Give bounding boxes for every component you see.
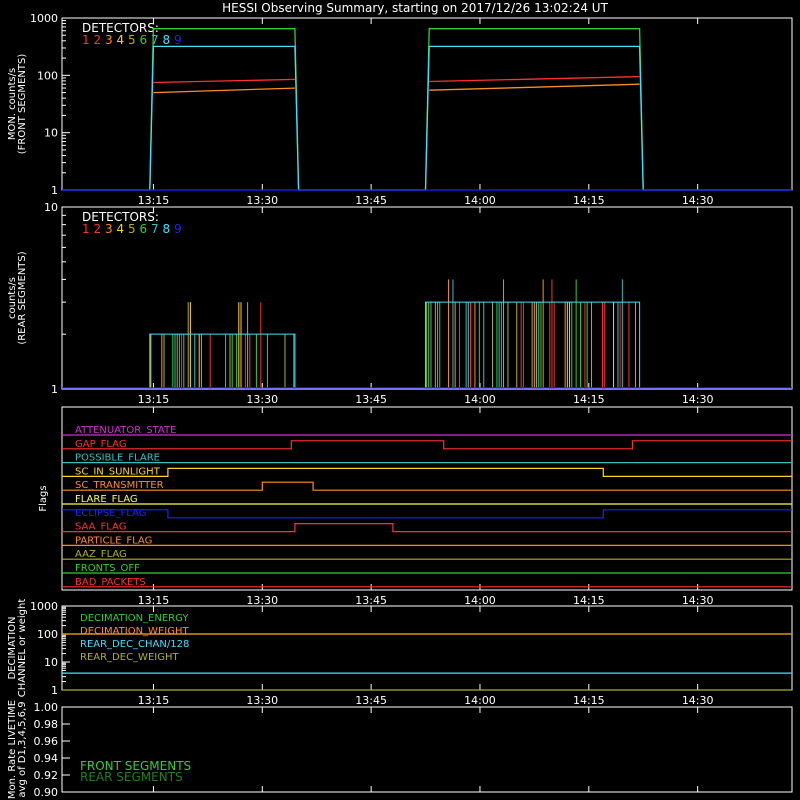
detector-label-9: 9 — [174, 33, 182, 47]
detector-label-1: 1 — [82, 33, 90, 47]
detector-label-8: 8 — [163, 222, 171, 236]
time-tick-label: 13:15 — [138, 194, 170, 207]
decimation-legend-3: REAR_DEC_WEIGHT — [80, 652, 179, 663]
y-tick-label: 0.94 — [34, 752, 59, 765]
detector-label-2: 2 — [94, 222, 102, 236]
decimation-legend-0: DECIMATION_ENERGY — [80, 613, 189, 624]
flag-label-gap-flag: GAP_FLAG — [75, 439, 127, 450]
flags-ylabel: Flags — [38, 485, 49, 511]
y-tick-label: 1000 — [30, 12, 58, 25]
detector-label-3: 3 — [105, 33, 113, 47]
detector-label-1: 1 — [82, 222, 90, 236]
y-tick-label: 10 — [44, 656, 58, 669]
time-tick-label: 14:30 — [682, 393, 714, 406]
flag-label-saa-flag: SAA_FLAG — [75, 522, 126, 533]
flags-ylabel-text: Flags — [38, 485, 49, 511]
y-tick-label: 10 — [44, 201, 58, 214]
flag-label-possible-flare: POSSIBLE_FLARE — [75, 453, 160, 464]
time-tick-label: 13:45 — [355, 194, 387, 207]
flag-label-bad-packets: BAD_PACKETS — [75, 577, 146, 588]
y-tick-label: 100 — [37, 69, 58, 82]
time-tick-label: 13:30 — [246, 393, 278, 406]
detector-label-4: 4 — [117, 33, 125, 47]
detector-label-6: 6 — [140, 222, 148, 236]
observing-summary-chart: HESSI Observing Summary, starting on 201… — [0, 0, 800, 800]
front-ylabel-line: (FRONT SEGMENTS) — [17, 54, 28, 155]
time-tick-label: 13:30 — [246, 694, 278, 707]
y-tick-label: 1.00 — [34, 701, 59, 714]
time-tick-label: 14:30 — [682, 594, 714, 607]
time-tick-label: 13:45 — [355, 594, 387, 607]
y-tick-label: 1 — [51, 184, 58, 197]
flag-label-attenuator-state: ATTENUATOR_STATE — [75, 425, 176, 436]
y-tick-label: 1 — [51, 684, 58, 697]
flag-label-fronts-off: FRONTS_OFF — [75, 563, 140, 574]
time-tick-label: 13:30 — [246, 594, 278, 607]
time-tick-label: 14:30 — [682, 194, 714, 207]
detector-label-5: 5 — [128, 222, 136, 236]
time-tick-label: 14:15 — [573, 694, 605, 707]
chart-title: HESSI Observing Summary, starting on 201… — [222, 1, 608, 15]
flag-label-flare-flag: FLARE_FLAG — [75, 494, 138, 505]
y-tick-label: 10 — [44, 127, 58, 140]
time-tick-label: 14:00 — [464, 594, 496, 607]
detector-label-3: 3 — [105, 222, 113, 236]
detector-label-5: 5 — [128, 33, 136, 47]
time-tick-label: 13:15 — [138, 393, 170, 406]
livetime-ylabel: Mon. Rate LIVETIME avg of D1,3,4,5,6,9 — [7, 700, 28, 799]
detector-label-8: 8 — [163, 33, 171, 47]
decimation-legend-1: DECIMATION_WEIGHT — [80, 626, 189, 637]
y-tick-label: 0.90 — [34, 786, 59, 799]
rear-ylabel-line: (REAR SEGMENTS) — [17, 251, 28, 344]
detector-label-4: 4 — [117, 222, 125, 236]
time-tick-label: 14:15 — [573, 194, 605, 207]
detector-label-2: 2 — [94, 33, 102, 47]
time-tick-label: 13:30 — [246, 194, 278, 207]
decimation-ylabel-line: CHANNEL or weight — [17, 599, 28, 698]
detector-label-9: 9 — [174, 222, 182, 236]
time-tick-label: 13:45 — [355, 393, 387, 406]
decimation-legend-2: REAR_DEC_CHAN/128 — [80, 639, 189, 650]
livetime-ylabel-line: avg of D1,3,4,5,6,9 — [17, 701, 28, 797]
time-tick-label: 13:45 — [355, 694, 387, 707]
flag-label-aaz-flag: AAZ_FLAG — [75, 549, 127, 560]
time-tick-label: 14:00 — [464, 393, 496, 406]
detector-label-7: 7 — [151, 33, 159, 47]
livetime-legend-1: REAR SEGMENTS — [80, 770, 183, 784]
y-tick-label: 1000 — [30, 600, 58, 613]
time-tick-label: 14:15 — [573, 594, 605, 607]
flag-label-sc-transmitter: SC_TRANSMITTER — [75, 480, 164, 491]
flag-label-particle-flag: PARTICLE_FLAG — [75, 535, 152, 546]
y-tick-label: 0.98 — [34, 718, 59, 731]
y-tick-label: 0.96 — [34, 735, 59, 748]
detector-label-6: 6 — [140, 33, 148, 47]
time-tick-label: 14:00 — [464, 694, 496, 707]
y-tick-label: 1 — [51, 383, 58, 396]
detector-label-7: 7 — [151, 222, 159, 236]
front-ylabel: MON. counts/s (FRONT SEGMENTS) — [7, 54, 28, 155]
y-tick-label: 0.92 — [34, 769, 59, 782]
time-tick-label: 13:15 — [138, 694, 170, 707]
flag-label-sc-in-sunlight: SC_IN_SUNLIGHT — [75, 466, 161, 477]
time-tick-label: 14:00 — [464, 194, 496, 207]
time-tick-label: 13:15 — [138, 594, 170, 607]
y-tick-label: 100 — [37, 628, 58, 641]
time-tick-label: 14:30 — [682, 694, 714, 707]
time-tick-label: 14:15 — [573, 393, 605, 406]
